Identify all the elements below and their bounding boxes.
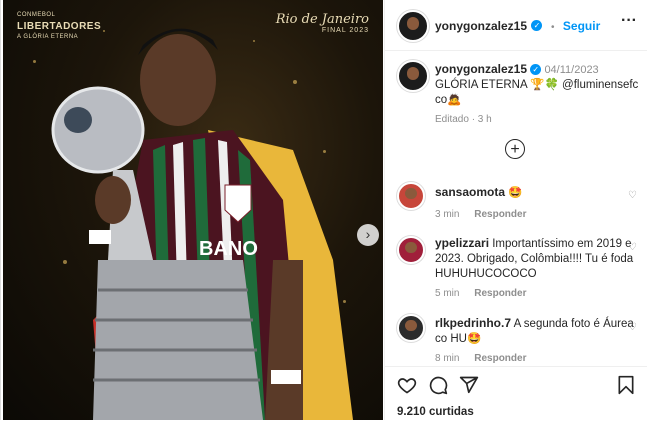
like-comment-icon[interactable]: ♡	[628, 190, 637, 201]
comment-item: sansaomota 🤩 3 min Responder	[435, 185, 635, 220]
reply-button[interactable]: Responder	[474, 353, 526, 364]
author-avatar[interactable]	[397, 10, 429, 42]
comment-time: 8 min	[435, 353, 460, 364]
caption-username[interactable]: yonygonzalez15	[435, 62, 527, 76]
save-icon[interactable]	[617, 375, 635, 395]
heart-icon[interactable]	[397, 375, 417, 395]
post-header: yonygonzalez15 ✓ • Seguir ···	[385, 0, 647, 51]
like-comment-icon[interactable]: ♡	[628, 322, 637, 333]
like-comment-icon[interactable]: ♡	[628, 242, 637, 253]
comment-text: 🤩	[508, 187, 523, 199]
player-hand	[95, 176, 131, 224]
player-illustration: BANO	[51, 28, 353, 420]
post-actions: 9.210 curtidas	[385, 366, 647, 421]
load-more-comments-icon[interactable]: +	[505, 139, 525, 159]
comment-username[interactable]: rlkpedrinho.7	[435, 316, 511, 330]
caption: yonygonzalez15 ✓ 04/11/2023 GLÓRIA ETERN…	[435, 62, 640, 125]
trophy-base	[93, 260, 263, 420]
caption-meta: Editado · 3 h	[435, 114, 492, 125]
comment-time: 3 min	[435, 209, 460, 220]
verified-icon: ✓	[530, 64, 542, 76]
comment-avatar[interactable]	[397, 314, 425, 342]
more-options-icon[interactable]: ···	[621, 12, 637, 30]
post-image[interactable]: CONMEBOL LIBERTADORES A GLÓRIA ETERNA Ri…	[3, 0, 383, 420]
header-user-line: yonygonzalez15 ✓ • Seguir	[435, 17, 600, 35]
caption-text: GLÓRIA ETERNA 🏆🍀 @fluminensefc co🙇	[435, 79, 639, 106]
post-side-panel: yonygonzalez15 ✓ • Seguir ··· yonygonzal…	[384, 0, 647, 421]
comment-avatar[interactable]	[397, 182, 425, 210]
author-username[interactable]: yonygonzalez15	[435, 19, 527, 33]
share-icon[interactable]	[459, 375, 479, 395]
caption-avatar[interactable]	[397, 60, 429, 92]
caption-date: 04/11/2023	[544, 64, 599, 76]
post-modal: CONMEBOL LIBERTADORES A GLÓRIA ETERNA Ri…	[0, 0, 647, 421]
comment-avatar[interactable]	[397, 236, 425, 264]
jersey-sponsor: BANO	[199, 238, 258, 260]
reply-button[interactable]: Responder	[474, 288, 526, 299]
player-head	[140, 34, 216, 126]
header-dot: •	[550, 22, 555, 33]
like-count[interactable]: 9.210 curtidas	[397, 406, 474, 418]
comment-username[interactable]: sansaomota	[435, 185, 505, 199]
comment-item: ypelizzari Importantíssimo em 2019 e 202…	[435, 236, 635, 299]
comment-icon[interactable]	[428, 375, 448, 395]
comment-item: rlkpedrinho.7 A segunda foto é Áurea co …	[435, 316, 635, 364]
verified-icon: ✓	[531, 20, 543, 32]
reply-button[interactable]: Responder	[474, 209, 526, 220]
comment-username[interactable]: ypelizzari	[435, 236, 489, 250]
trophy-cup	[51, 86, 145, 174]
follow-button[interactable]: Seguir	[563, 19, 600, 33]
comment-time: 5 min	[435, 288, 460, 299]
next-image-button[interactable]: ›	[357, 224, 379, 246]
